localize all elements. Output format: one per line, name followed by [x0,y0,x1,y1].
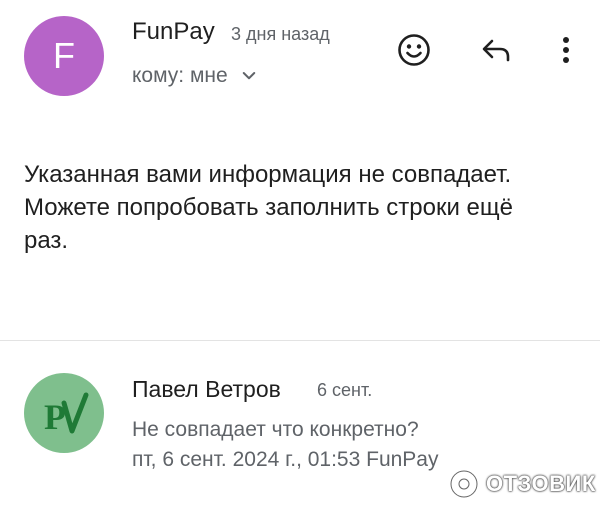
reply-icon [482,39,510,62]
watermark-logo-icon [449,469,479,499]
body-line: Указанная вами информация не совпадает. [24,161,512,188]
sender-avatar-pavel[interactable]: P [24,373,104,453]
recipient-toggle[interactable]: кому: мне [132,64,258,88]
add-reaction-button[interactable] [394,30,434,70]
sender-avatar-funpay[interactable]: F [24,16,104,96]
message-quote-snippet: пт, 6 сент. 2024 г., 01:53 FunPay [132,448,439,471]
body-line: Можете попробовать заполнить строки ещё [24,194,513,221]
message-time: 3 дня назад [231,24,330,44]
watermark: ОТЗОВИК [448,468,596,500]
message-time: 6 сент. [317,380,373,400]
recipient-label: кому: мне [132,64,228,87]
pv-logo: P [44,392,89,437]
sender-name: Павел Ветров [132,376,281,402]
chevron-down-icon [242,72,255,80]
message-snippet: Не совпадает что конкретно? [132,418,419,441]
watermark-text: ОТЗОВИК [486,471,596,496]
message-divider [0,340,600,341]
sender-name: FunPay [132,18,215,45]
pv-logo-check [61,392,89,434]
more-options-button[interactable] [546,30,586,70]
message-body: Указанная вами информация не совпадает. … [24,158,574,257]
more-vert-icon [563,37,569,63]
body-line: раз. [24,227,69,254]
emoji-icon [398,34,430,66]
reply-button[interactable] [476,30,516,70]
message-item-funpay[interactable]: F FunPay 3 дня назад кому: мне Указанная… [0,0,600,340]
